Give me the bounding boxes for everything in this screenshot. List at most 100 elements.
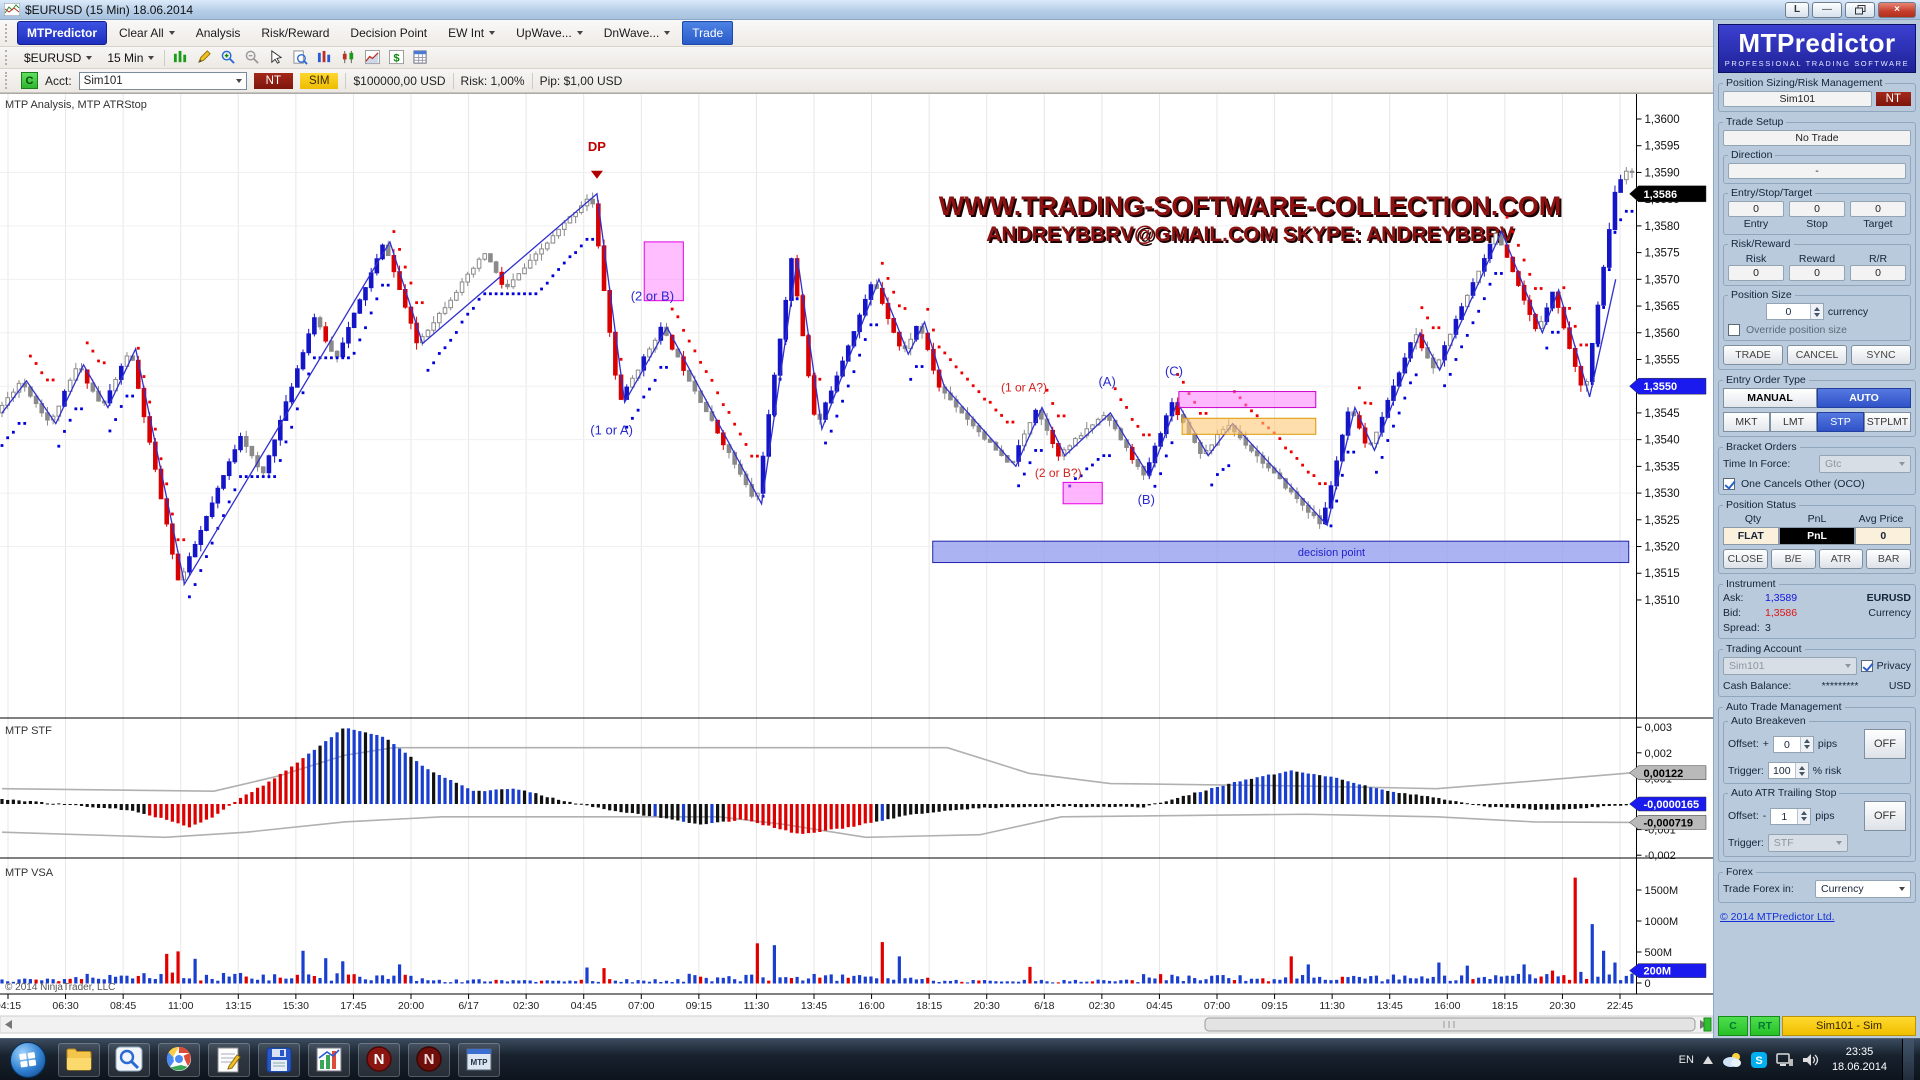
menu-item-dnwave[interactable]: DnWave... xyxy=(595,22,680,44)
toolbar-grip[interactable] xyxy=(5,50,10,65)
tif-dropdown[interactable]: Gtc xyxy=(1819,455,1911,473)
trade-button[interactable]: TRADE xyxy=(1723,345,1783,365)
cursor-icon[interactable] xyxy=(266,49,286,67)
atr-off-button[interactable]: OFF xyxy=(1864,801,1906,831)
be-offset-stepper[interactable]: 0 xyxy=(1773,736,1814,753)
toolbar-grip[interactable] xyxy=(5,24,10,42)
menu-item-decision-point[interactable]: Decision Point xyxy=(341,22,436,44)
price-chart[interactable]: WWW.TRADING-SOFTWARE-COLLECTION.COMWWW.T… xyxy=(0,93,1713,1038)
be-trigger-stepper[interactable]: 100 xyxy=(1768,762,1809,779)
menu-item-analysis[interactable]: Analysis xyxy=(187,22,250,44)
taskbar-item-search[interactable] xyxy=(108,1043,150,1077)
taskbar-item-ninja[interactable]: N xyxy=(358,1043,400,1077)
rr-field: 0 xyxy=(1850,265,1906,281)
taskbar-item-save[interactable] xyxy=(258,1043,300,1077)
restore-button[interactable] xyxy=(1845,2,1875,18)
menu-item-upwave[interactable]: UpWave... xyxy=(507,22,592,44)
taskbar-item-notepad[interactable] xyxy=(208,1043,250,1077)
lock-button[interactable]: L xyxy=(1785,2,1809,18)
report-icon[interactable] xyxy=(410,49,430,67)
close-position-button[interactable]: CLOSE xyxy=(1723,549,1768,569)
scrollbar-thumb[interactable] xyxy=(1205,1018,1695,1031)
zoom-page-icon[interactable] xyxy=(290,49,310,67)
oco-checkbox[interactable] xyxy=(1723,478,1735,490)
zoom-out-icon[interactable] xyxy=(242,49,262,67)
nt-button[interactable]: NT xyxy=(254,73,293,89)
tif-label: Time In Force: xyxy=(1723,458,1790,470)
sync-button[interactable]: SYNC xyxy=(1851,345,1911,365)
stplmt-button[interactable]: STPLMT xyxy=(1864,412,1911,432)
cancel-button[interactable]: CANCEL xyxy=(1787,345,1847,365)
mkt-button[interactable]: MKT xyxy=(1723,412,1770,432)
forex-group: Forex Trade Forex in: Currency xyxy=(1718,866,1916,903)
entry-field[interactable]: 0 xyxy=(1728,201,1784,217)
pip-label: Pip: $1,00 USD xyxy=(540,74,623,88)
position-size-group: Position Size 0 currency Override positi… xyxy=(1723,289,1911,341)
volume-icon[interactable] xyxy=(1803,1053,1819,1067)
atr-trigger-dropdown[interactable]: STF xyxy=(1768,834,1848,852)
skype-icon[interactable]: S xyxy=(1751,1052,1767,1068)
toolbar-grip[interactable] xyxy=(5,72,10,88)
mtpredictor-copyright-link[interactable]: © 2014 MTPredictor Ltd. xyxy=(1720,911,1916,923)
menu-label: UpWave... xyxy=(516,26,572,40)
taskbar-item-folder[interactable] xyxy=(58,1043,100,1077)
taskbar: NNMTP EN S 23:35 18.06.2014 xyxy=(0,1038,1920,1080)
atr-offset-stepper[interactable]: 1 xyxy=(1770,808,1811,825)
network-icon[interactable] xyxy=(1776,1053,1794,1067)
rr-label: R/R xyxy=(1850,253,1906,265)
connection-indicator[interactable]: C xyxy=(21,72,38,89)
atr-trigger-label: Trigger: xyxy=(1728,837,1764,849)
logo-text: MTPredictor xyxy=(1721,30,1913,56)
menu-item-mtpredictor[interactable]: MTPredictor xyxy=(17,21,107,45)
manual-mode-button[interactable]: MANUAL xyxy=(1723,388,1817,408)
menu-item-clear-all[interactable]: Clear All xyxy=(110,22,184,44)
lmt-button[interactable]: LMT xyxy=(1770,412,1817,432)
svg-text:(2 or B): (2 or B) xyxy=(631,289,674,304)
trading-account-dropdown[interactable]: Sim101 xyxy=(1723,657,1857,675)
taskbar-item-ninja2[interactable]: N xyxy=(408,1043,450,1077)
chart-style-icon[interactable] xyxy=(170,49,190,67)
target-field[interactable]: 0 xyxy=(1850,201,1906,217)
svg-text:02:30: 02:30 xyxy=(513,1000,539,1012)
taskbar-item-chrome[interactable] xyxy=(158,1043,200,1077)
account-dropdown[interactable]: Sim101 xyxy=(79,72,247,90)
position-sizing-group: Position Sizing/Risk Management Sim101 N… xyxy=(1718,77,1916,112)
stp-button[interactable]: STP xyxy=(1817,412,1864,432)
minimize-button[interactable]: — xyxy=(1812,2,1842,18)
weather-icon[interactable] xyxy=(1722,1052,1742,1068)
show-desktop-button[interactable] xyxy=(1902,1039,1914,1080)
interval-selector[interactable]: 15 Min xyxy=(102,50,159,66)
close-button[interactable]: × xyxy=(1878,2,1916,18)
language-indicator[interactable]: EN xyxy=(1679,1054,1694,1066)
breakeven-button[interactable]: B/E xyxy=(1771,549,1816,569)
bars-icon[interactable] xyxy=(314,49,334,67)
be-off-button[interactable]: OFF xyxy=(1864,729,1906,759)
stop-field[interactable]: 0 xyxy=(1789,201,1845,217)
atr-button[interactable]: ATR xyxy=(1819,549,1864,569)
zoom-in-icon[interactable] xyxy=(218,49,238,67)
be-offset-label: Offset: xyxy=(1728,738,1759,750)
position-size-stepper[interactable]: 0 xyxy=(1766,303,1824,320)
override-size-checkbox[interactable] xyxy=(1728,324,1740,336)
symbol-selector[interactable]: $EURUSD xyxy=(19,50,97,66)
candle-icon[interactable] xyxy=(338,49,358,67)
draw-icon[interactable] xyxy=(194,49,214,67)
start-button[interactable] xyxy=(10,1042,46,1078)
menu-item-risk-reward[interactable]: Risk/Reward xyxy=(252,22,338,44)
dollar-icon[interactable]: $ xyxy=(386,49,406,67)
taskbar-item-mtp-window[interactable]: MTP xyxy=(458,1043,500,1077)
menu-item-ew-int[interactable]: EW Int xyxy=(439,22,504,44)
bar-button[interactable]: BAR xyxy=(1866,549,1911,569)
tray-expand-icon[interactable] xyxy=(1703,1056,1713,1064)
sizing-nt-button[interactable]: NT xyxy=(1876,92,1911,106)
taskbar-item-chart-app[interactable] xyxy=(308,1043,350,1077)
menu-item-trade[interactable]: Trade xyxy=(682,21,733,45)
privacy-checkbox[interactable] xyxy=(1861,660,1873,672)
area-icon[interactable] xyxy=(362,49,382,67)
sim-button[interactable]: SIM xyxy=(300,73,338,89)
cash-currency: USD xyxy=(1889,680,1911,692)
auto-mode-button[interactable]: AUTO xyxy=(1817,388,1911,408)
trade-forex-dropdown[interactable]: Currency xyxy=(1815,880,1911,898)
be-offset-unit: pips xyxy=(1818,738,1837,750)
taskbar-clock[interactable]: 23:35 18.06.2014 xyxy=(1832,1045,1887,1075)
